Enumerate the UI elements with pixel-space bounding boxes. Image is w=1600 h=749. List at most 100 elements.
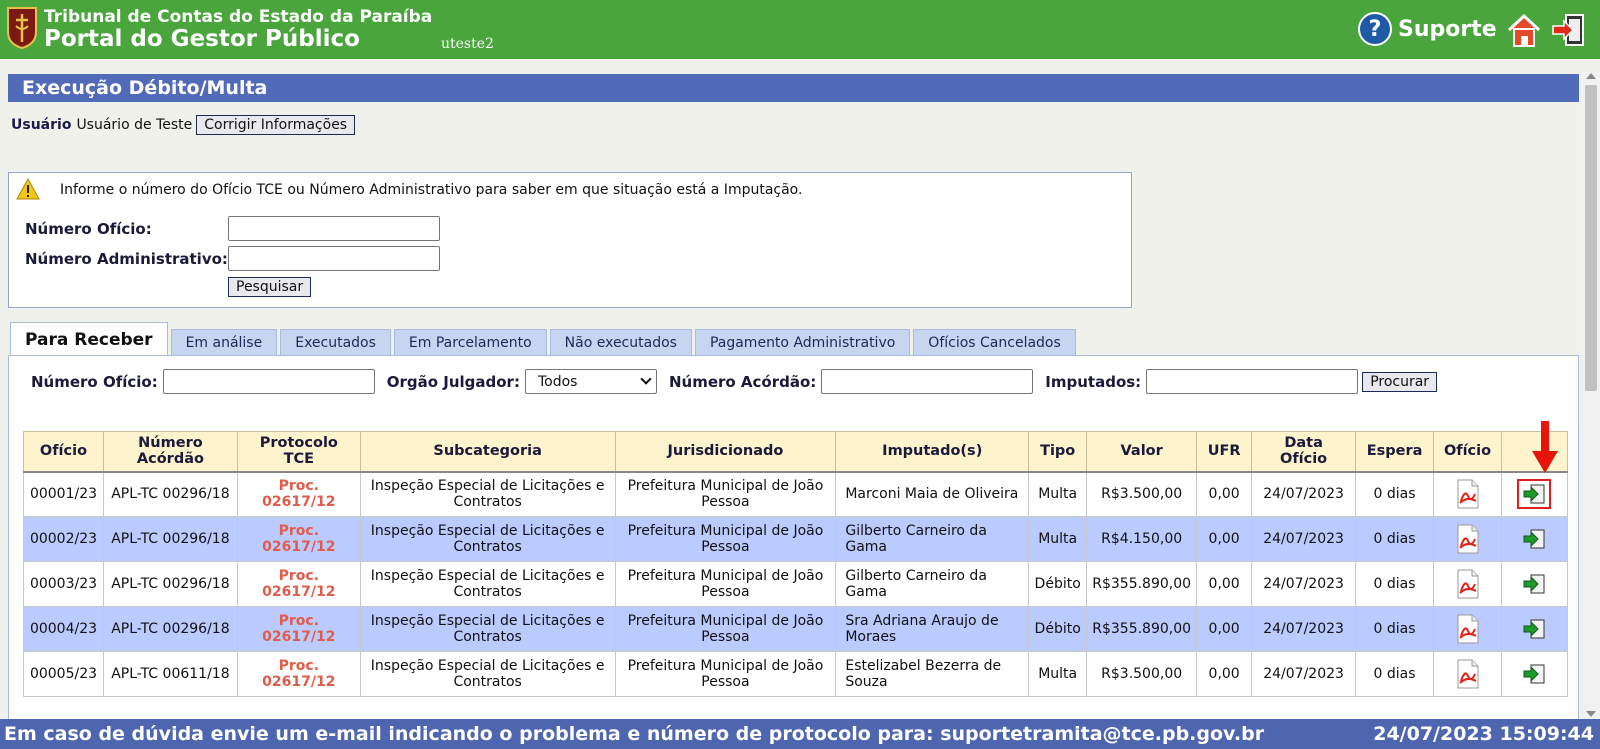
cell-oficio-pdf: [1433, 561, 1502, 607]
cell-protocolo-link[interactable]: Proc. 02617/12: [236, 606, 361, 652]
enter-arrow-icon: [1523, 619, 1545, 639]
table-row: 00002/23 APL-TC 00296/18 Proc. 02617/12 Insp…: [23, 516, 1569, 562]
cell-action: [1500, 651, 1569, 697]
procurar-button[interactable]: Procurar: [1362, 371, 1438, 392]
cell-oficio-pdf: [1433, 606, 1502, 652]
cell-acordao: APL-TC 00611/18: [102, 651, 238, 697]
cell-subcategoria: Inspeção Especial de Licitações e Contrat…: [359, 516, 616, 562]
admin-number-input[interactable]: [228, 246, 440, 271]
tab-para-receber[interactable]: Para Receber: [10, 322, 168, 356]
col-numero-acordao[interactable]: Número Acórdão: [102, 431, 238, 473]
col-oficio[interactable]: Ofício: [23, 431, 104, 473]
scroll-up-icon[interactable]: [1586, 73, 1596, 79]
cell-valor: R$4.150,00: [1086, 516, 1198, 562]
vertical-scrollbar[interactable]: [1582, 71, 1600, 719]
cell-jurisdicionado: Prefeitura Municipal de João Pessoa: [614, 606, 837, 652]
cell-valor: R$355.890,00: [1086, 606, 1198, 652]
enter-arrow-icon: [1523, 529, 1545, 549]
filter-oficio-input[interactable]: [162, 369, 375, 394]
tab-em-parcelamento[interactable]: Em Parcelamento: [393, 329, 547, 356]
receive-action-button[interactable]: [1517, 524, 1551, 554]
search-button[interactable]: Pesquisar: [228, 277, 312, 297]
user-label: Usuário: [11, 117, 72, 133]
cell-oficio-pdf: [1433, 471, 1502, 517]
cell-acordao: APL-TC 00296/18: [102, 471, 238, 517]
col-jurisdicionado[interactable]: Jurisdicionado: [614, 431, 837, 473]
search-panel: Informe o número do Ofício TCE ou Número…: [8, 172, 1132, 308]
cell-data: 24/07/2023: [1251, 651, 1357, 697]
exit-icon[interactable]: [1550, 12, 1586, 48]
cell-data: 24/07/2023: [1251, 516, 1357, 562]
tab-em-analise[interactable]: Em análise: [170, 329, 278, 356]
receive-action-button[interactable]: [1517, 569, 1551, 599]
cell-subcategoria: Inspeção Especial de Licitações e Contrat…: [359, 561, 616, 607]
tab-oficios-cancelados[interactable]: Ofícios Cancelados: [913, 329, 1076, 356]
col-tipo[interactable]: Tipo: [1028, 431, 1088, 473]
question-circle-icon: ?: [1358, 12, 1392, 46]
table-row: 00005/23 APL-TC 00611/18 Proc. 02617/12 Insp…: [23, 651, 1569, 697]
orgao-select[interactable]: Todos: [524, 369, 657, 394]
cell-data: 24/07/2023: [1251, 471, 1357, 517]
cell-oficio-pdf: [1433, 651, 1502, 697]
portal-name: Portal do Gestor Público: [44, 26, 360, 52]
cell-protocolo-link[interactable]: Proc. 02617/12: [236, 516, 361, 562]
col-valor[interactable]: Valor: [1086, 431, 1198, 473]
filter-acordao-input[interactable]: [821, 369, 1034, 394]
scroll-down-icon[interactable]: [1586, 711, 1596, 717]
pdf-icon[interactable]: [1456, 614, 1480, 644]
cell-espera: 0 dias: [1355, 606, 1435, 652]
cell-jurisdicionado: Prefeitura Municipal de João Pessoa: [614, 471, 837, 517]
cell-imputados: Marconi Maia de Oliveira: [835, 471, 1030, 517]
col-protocolo-tce[interactable]: Protocolo TCE: [236, 431, 361, 473]
receive-action-button[interactable]: [1517, 614, 1551, 644]
cell-protocolo-link[interactable]: Proc. 02617/12: [236, 651, 361, 697]
cell-oficio: 00003/23: [23, 561, 104, 607]
col-subcategoria[interactable]: Subcategoria: [359, 431, 616, 473]
user-info-row: Usuário Usuário de Teste Corrigir Inform…: [11, 115, 356, 135]
footer-bar: Em caso de dúvida envie um e-mail indica…: [0, 719, 1600, 749]
col-imputados[interactable]: Imputado(s): [835, 431, 1030, 473]
tab-nao-executados[interactable]: Não executados: [549, 329, 692, 356]
cell-imputados: Estelizabel Bezerra de Souza: [835, 651, 1030, 697]
cell-imputados: Gilberto Carneiro da Gama: [835, 516, 1030, 562]
cell-action: [1500, 471, 1569, 517]
cell-subcategoria: Inspeção Especial de Licitações e Contrat…: [359, 606, 616, 652]
org-name: Tribunal de Contas do Estado da Paraíba: [44, 7, 433, 27]
pdf-icon[interactable]: [1456, 659, 1480, 689]
col-espera[interactable]: Espera: [1355, 431, 1435, 473]
fix-info-button[interactable]: Corrigir Informações: [196, 115, 356, 135]
cell-espera: 0 dias: [1355, 651, 1435, 697]
cell-subcategoria: Inspeção Especial de Licitações e Contrat…: [359, 471, 616, 517]
filter-imputados-input[interactable]: [1146, 369, 1359, 394]
scrollbar-thumb[interactable]: [1585, 85, 1597, 391]
table-row: 00004/23 APL-TC 00296/18 Proc. 02617/12 Insp…: [23, 606, 1569, 652]
cell-jurisdicionado: Prefeitura Municipal de João Pessoa: [614, 561, 837, 607]
tab-executados[interactable]: Executados: [280, 329, 391, 356]
pdf-icon[interactable]: [1456, 524, 1480, 554]
col-data-oficio[interactable]: Data Ofício: [1251, 431, 1357, 473]
cell-tipo: Multa: [1028, 651, 1088, 697]
enter-arrow-icon: [1523, 574, 1545, 594]
cell-oficio-pdf: [1433, 516, 1502, 562]
support-button[interactable]: ? Suporte: [1358, 12, 1497, 46]
pdf-icon[interactable]: [1456, 479, 1480, 509]
tab-pagamento-administrativo[interactable]: Pagamento Administrativo: [694, 329, 911, 356]
home-icon[interactable]: [1506, 12, 1542, 48]
top-header: Tribunal de Contas do Estado da Paraíba …: [0, 0, 1600, 59]
receive-action-button[interactable]: [1517, 659, 1551, 689]
orgao-selected-value: Todos: [537, 373, 578, 390]
user-name: Usuário de Teste: [76, 117, 193, 133]
cell-protocolo-link[interactable]: Proc. 02617/12: [236, 471, 361, 517]
oficio-number-input[interactable]: [228, 216, 440, 241]
page-title: Execução Débito/Multa: [22, 77, 268, 99]
cell-espera: 0 dias: [1355, 516, 1435, 562]
tab-bar: Para Receber Em análise Executados Em Pa…: [10, 322, 1079, 356]
cell-protocolo-link[interactable]: Proc. 02617/12: [236, 561, 361, 607]
col-oficio-doc[interactable]: Ofício: [1433, 431, 1502, 473]
pdf-icon[interactable]: [1456, 569, 1480, 599]
col-ufr[interactable]: UFR: [1196, 431, 1253, 473]
receive-action-button[interactable]: [1517, 479, 1552, 510]
filter-acordao-label: Número Acórdão:: [668, 372, 817, 391]
cell-oficio: 00002/23: [23, 516, 104, 562]
footer-datetime: 24/07/2023 15:09:44: [1373, 723, 1594, 745]
